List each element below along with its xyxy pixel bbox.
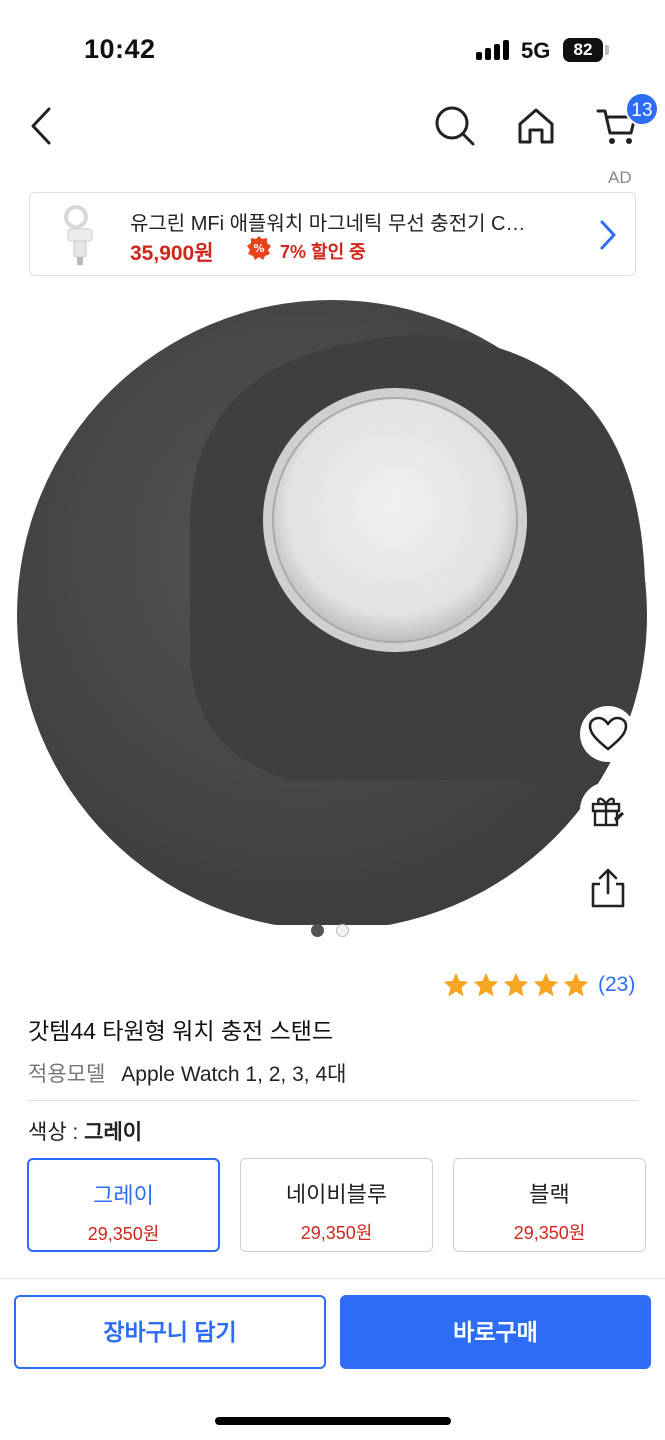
star-icon — [533, 972, 559, 997]
home-indicator[interactable] — [215, 1417, 451, 1425]
image-pagination — [311, 924, 349, 938]
gift-button[interactable] — [580, 782, 636, 838]
chevron-right-icon — [600, 220, 616, 250]
color-option-navy-blue[interactable]: 네이비블루 29,350원 — [240, 1158, 433, 1252]
percent-badge-icon: % — [247, 236, 271, 260]
model-value: Apple Watch 1, 2, 3, 4대 — [121, 1063, 347, 1086]
option-name: 그레이 — [93, 1183, 154, 1208]
compatible-models: 적용모델 Apple Watch 1, 2, 3, 4대 — [28, 1058, 346, 1088]
star-icon — [443, 972, 469, 997]
status-time: 10:42 — [84, 34, 156, 64]
rating[interactable]: (23) — [442, 968, 635, 1002]
status-bar: 10:42 5G 82 — [0, 0, 665, 100]
ad-title: 유그린 MFi 애플워치 마그네틱 무선 충전기 C… — [130, 213, 526, 235]
color-label: 색상 : — [28, 1121, 85, 1144]
battery-cap — [605, 45, 609, 55]
ad-product-thumbnail — [64, 205, 93, 265]
heart-icon — [588, 716, 628, 751]
option-name: 네이비블루 — [285, 1182, 388, 1207]
product-title: 갓템44 타원형 워치 충전 스탠드 — [28, 1018, 334, 1044]
option-name: 블랙 — [529, 1182, 570, 1207]
review-count[interactable]: (23) — [598, 973, 635, 997]
product-image[interactable] — [0, 285, 665, 925]
color-option-black[interactable]: 블랙 29,350원 — [453, 1158, 646, 1252]
pagination-dot-active[interactable] — [311, 924, 324, 937]
option-price: 29,350원 — [300, 1223, 373, 1243]
gift-icon — [591, 797, 624, 827]
search-icon — [435, 106, 475, 146]
star-icon — [503, 972, 529, 997]
option-price: 29,350원 — [87, 1224, 160, 1244]
home-button[interactable] — [501, 90, 571, 162]
share-button[interactable] — [580, 860, 636, 916]
add-to-cart-button[interactable]: 장바구니 담기 — [14, 1295, 326, 1369]
buy-now-button[interactable]: 바로구매 — [340, 1295, 651, 1369]
ad-banner[interactable]: 유그린 MFi 애플워치 마그네틱 무선 충전기 C… 35,900원 % 7%… — [29, 192, 636, 276]
option-price: 29,350원 — [513, 1223, 586, 1243]
ad-label: AD — [608, 168, 632, 187]
signal-icon — [476, 40, 510, 60]
color-selection-label: 색상 : 그레이 — [28, 1116, 142, 1146]
star-icon — [563, 972, 589, 997]
selected-color: 그레이 — [84, 1121, 143, 1144]
search-button[interactable] — [420, 90, 490, 162]
top-nav — [0, 90, 665, 170]
ad-discount: 7% 할인 중 — [280, 242, 366, 262]
bottom-action-bar: 장바구니 담기 바로구매 — [0, 1278, 665, 1440]
cart-count-badge: 13 — [625, 92, 659, 126]
color-option-gray[interactable]: 그레이 29,350원 — [27, 1158, 220, 1252]
wishlist-button[interactable] — [580, 706, 636, 762]
network-label: 5G — [521, 38, 551, 63]
share-icon — [591, 868, 625, 908]
back-button[interactable] — [6, 90, 76, 162]
ad-price: 35,900원 — [130, 242, 214, 265]
home-icon — [518, 108, 554, 144]
battery-icon: 82 — [563, 38, 603, 62]
star-icon — [473, 972, 499, 997]
divider — [28, 1100, 638, 1101]
chevron-left-icon — [31, 107, 51, 145]
model-label: 적용모델 — [28, 1063, 106, 1086]
svg-text:%: % — [253, 242, 264, 255]
pagination-dot[interactable] — [336, 924, 349, 937]
